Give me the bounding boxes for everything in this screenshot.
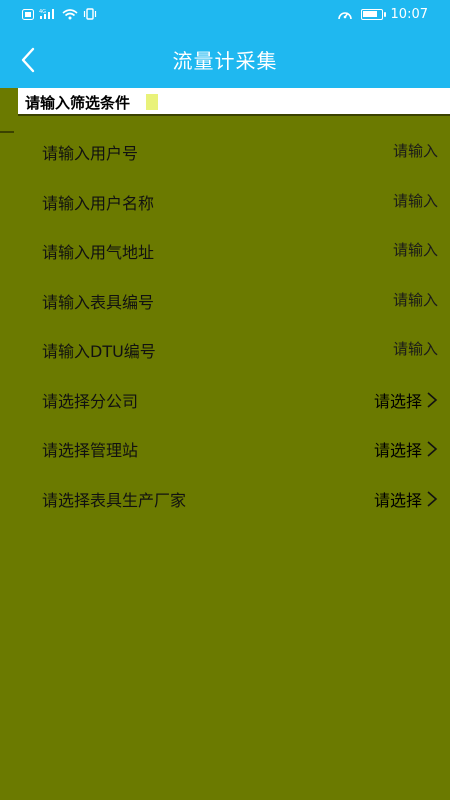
- status-right-icons: 10:07: [337, 7, 428, 22]
- select-placeholder: 请选择: [373, 490, 422, 510]
- filter-row-label: 请输入用户号: [42, 144, 139, 163]
- filter-row-label: 请输入用气地址: [42, 243, 155, 262]
- chevron-right-icon: [427, 391, 438, 408]
- input-field[interactable]: 请输入: [393, 190, 438, 211]
- chevron-right-icon: [427, 441, 438, 457]
- filter-row-input[interactable]: 请输入DTU编号 请输入: [0, 323, 450, 373]
- wifi-icon: [62, 9, 78, 20]
- input-placeholder: 请输入: [392, 340, 438, 358]
- filter-row-label: 请选择表具生产厂家: [42, 490, 187, 510]
- select-field[interactable]: 请选择: [374, 487, 438, 511]
- nav-bar: 流量计采集: [0, 32, 450, 88]
- chevron-right-icon: [427, 490, 438, 507]
- filter-row-select[interactable]: 请选择表具生产厂家 请选择: [0, 472, 450, 522]
- status-left-icons: 4G: [22, 8, 97, 20]
- 4g-signal-icon: 4G: [39, 9, 54, 19]
- filter-row-label: 请选择分公司: [42, 391, 139, 411]
- speedometer-icon: [337, 11, 352, 19]
- filter-row-label: 请选择管理站: [42, 441, 139, 460]
- filter-row-input[interactable]: 请输入用气地址 请输入: [0, 224, 450, 274]
- filter-list: 请输入用户号 请输入 请输入用户名称 请输入 请输入用气地址 请输入 请输入表具编号 请输入请…: [0, 125, 450, 521]
- filter-row-input[interactable]: 请输入用户号 请输入: [0, 125, 450, 175]
- filter-row-label: 请输入用户名称: [42, 193, 155, 213]
- filter-row-label: 请输入表具编号: [42, 292, 155, 312]
- input-placeholder: 请输入: [392, 290, 438, 309]
- select-field[interactable]: 请选择: [374, 437, 438, 461]
- input-placeholder: 请输入: [392, 191, 438, 210]
- input-placeholder: 请输入: [392, 241, 438, 259]
- page-title: 流量计采集: [172, 49, 278, 73]
- filter-row-input[interactable]: 请输入表具编号 请输入: [0, 274, 450, 324]
- filter-row-input[interactable]: 请输入用户名称 请输入: [0, 175, 450, 225]
- filter-row-select[interactable]: 请选择分公司 请选择: [0, 373, 450, 423]
- notification-icon: [22, 8, 34, 20]
- input-field[interactable]: 请输入: [393, 338, 438, 359]
- status-bar: 4G 10:07: [0, 0, 450, 32]
- select-field[interactable]: 请选择: [374, 388, 438, 412]
- status-time: 10:07: [390, 7, 428, 22]
- input-field[interactable]: 请输入: [393, 140, 438, 161]
- filter-row-select[interactable]: 请选择管理站 请选择: [0, 422, 450, 472]
- battery-level: [362, 11, 377, 17]
- input-placeholder: 请输入: [392, 142, 438, 160]
- battery-icon: [360, 9, 386, 20]
- text-cursor-mark: [146, 94, 158, 110]
- select-placeholder: 请选择: [373, 391, 422, 411]
- filter-header-label: 请输入筛选条件: [25, 94, 131, 112]
- select-placeholder: 请选择: [373, 441, 422, 460]
- filter-row-label: 请输入DTU编号: [42, 342, 156, 361]
- input-field[interactable]: 请输入: [393, 239, 438, 260]
- vibrate-icon: [83, 8, 97, 20]
- input-field[interactable]: 请输入: [393, 289, 438, 310]
- filter-header: 请输入筛选条件: [18, 88, 450, 116]
